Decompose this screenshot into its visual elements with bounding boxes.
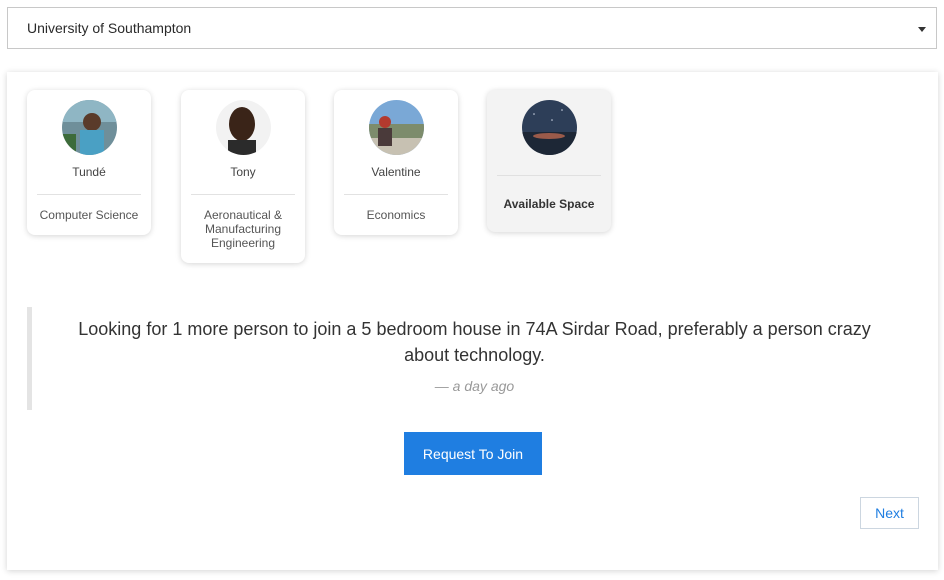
member-subject: Economics [366, 208, 426, 222]
avatar [61, 100, 117, 155]
member-subject: Computer Science [39, 208, 139, 222]
placeholder-avatar [521, 100, 577, 155]
member-name: Tundé [72, 165, 106, 179]
chevron-down-icon [918, 27, 926, 32]
avatar [368, 100, 424, 155]
listing-quote: Looking for 1 more person to join a 5 be… [27, 307, 917, 410]
group-card: Tundé Computer Science Tony Aeronautical… [7, 72, 938, 570]
next-button[interactable]: Next [860, 497, 919, 529]
member-card[interactable]: Tundé Computer Science [27, 90, 151, 235]
listing-description: Looking for 1 more person to join a 5 be… [78, 319, 871, 365]
university-select-value: University of Southampton [27, 20, 192, 36]
member-subject: Aeronautical & Manufacturing Engineering [203, 208, 283, 250]
request-to-join-button[interactable]: Request To Join [404, 432, 542, 475]
member-name: Valentine [371, 165, 421, 179]
member-card[interactable]: Tony Aeronautical & Manufacturing Engine… [181, 90, 305, 263]
university-select[interactable]: University of Southampton [7, 7, 937, 49]
member-card[interactable]: Valentine Economics [334, 90, 458, 235]
available-space-label: Available Space [503, 197, 595, 211]
available-space-card[interactable]: Available Space [487, 90, 611, 232]
listing-timestamp: — a day ago [434, 378, 515, 394]
member-name: Tony [230, 165, 256, 179]
avatar [215, 100, 271, 155]
